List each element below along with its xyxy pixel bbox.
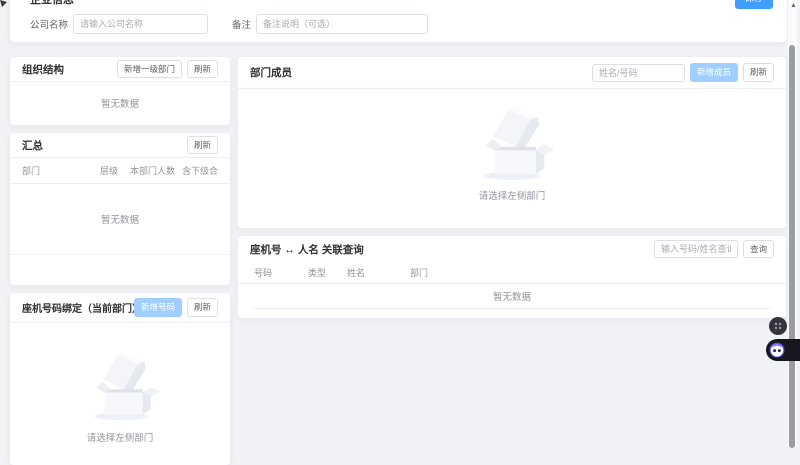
lookup-table-body: 暂无数据 — [254, 284, 770, 309]
summary-table-body: 暂无数据 — [10, 184, 230, 255]
assistant-button[interactable] — [766, 339, 800, 361]
summary-col-level: 层级 — [100, 166, 119, 176]
summary-card: 汇总 刷新 部门 层级 本部门人数 含下级合计 暂无数据 — [10, 133, 230, 285]
summary-refresh-button[interactable]: 刷新 — [186, 135, 218, 155]
org-refresh-button[interactable]: 刷新 — [186, 59, 218, 79]
lookup-col-department: 部门 — [410, 268, 429, 278]
lookup-empty-text: 暂无数据 — [492, 292, 531, 303]
phone-empty-text: 请选择左侧部门 — [86, 433, 154, 444]
scrollbar-thumb[interactable] — [789, 45, 795, 448]
phone-binding-card: 座机号码绑定（当前部门） 新增号码 刷新 请选择左侧部门 — [10, 293, 230, 465]
members-header: 部门成员 新增成员 刷新 — [238, 57, 786, 89]
floating-widget-button[interactable] — [769, 317, 787, 335]
summary-title: 汇总 — [22, 139, 43, 152]
remark-input[interactable] — [256, 14, 429, 34]
members-card: 部门成员 新增成员 刷新 请选择左侧部门 — [238, 57, 786, 228]
summary-col-headcount: 本部门人数 — [130, 166, 176, 176]
lookup-table-header: 号码 类型 姓名 部门 — [238, 262, 786, 284]
org-structure-card: 组织结构 新增一级部门 刷新 暂无数据 — [10, 57, 230, 125]
summary-header: 汇总 刷新 — [10, 133, 230, 158]
lookup-title: 座机号 ↔ 人名 关联查询 — [250, 243, 364, 256]
cursor-artifact — [0, 0, 7, 7]
summary-col-total: 含下级合计 — [182, 166, 218, 176]
add-member-button[interactable]: 新增成员 — [689, 63, 738, 82]
org-structure-header: 组织结构 新增一级部门 刷新 — [10, 57, 230, 82]
summary-empty-text: 暂无数据 — [100, 215, 139, 226]
members-refresh-button[interactable]: 刷新 — [742, 63, 774, 82]
robot-icon — [769, 342, 785, 358]
phone-binding-title: 座机号码绑定（当前部门） — [22, 304, 134, 315]
member-search-input[interactable] — [591, 63, 685, 82]
save-button[interactable]: 保存 — [735, 0, 773, 9]
summary-col-department: 部门 — [22, 166, 41, 176]
empty-box-illustration — [483, 106, 555, 180]
summary-table-header: 部门 层级 本部门人数 含下级合计 — [10, 158, 230, 184]
lookup-query-button[interactable]: 查询 — [742, 239, 774, 259]
add-root-department-button[interactable]: 新增一级部门 — [116, 59, 182, 79]
empty-box-illustration — [93, 352, 160, 421]
lookup-card: 座机号 ↔ 人名 关联查询 查询 号码 类型 姓名 部门 暂无数据 — [238, 236, 786, 318]
phone-binding-body: 请选择左侧部门 — [10, 323, 230, 444]
members-body: 请选择左侧部门 — [238, 89, 786, 202]
scroll-up-icon: ▲ — [790, 2, 797, 9]
company-name-label: 公司名称 — [30, 20, 69, 31]
org-structure-title: 组织结构 — [22, 63, 64, 76]
lookup-col-name: 姓名 — [347, 268, 366, 278]
remark-label: 备注 — [232, 20, 252, 31]
org-structure-body: 暂无数据 — [10, 82, 230, 124]
grid-dots-icon — [774, 322, 782, 330]
org-empty-text: 暂无数据 — [100, 99, 139, 110]
lookup-col-number: 号码 — [254, 268, 273, 278]
company-info-card: 企业信息 保存 公司名称 备注 — [10, 0, 787, 42]
lookup-col-type: 类型 — [308, 268, 327, 278]
members-title: 部门成员 — [250, 67, 292, 79]
lookup-header: 座机号 ↔ 人名 关联查询 查询 — [238, 236, 786, 262]
phone-refresh-button[interactable]: 刷新 — [186, 298, 218, 317]
company-info-header: 企业信息 保存 — [10, 0, 787, 11]
lookup-search-input[interactable] — [653, 240, 738, 258]
members-empty-text: 请选择左侧部门 — [478, 191, 546, 202]
add-phone-number-button[interactable]: 新增号码 — [133, 298, 182, 317]
page-title: 企业信息 — [30, 0, 74, 6]
company-name-input[interactable] — [73, 14, 209, 34]
company-form: 公司名称 备注 — [10, 14, 787, 34]
phone-binding-header: 座机号码绑定（当前部门） 新增号码 刷新 — [10, 293, 230, 323]
